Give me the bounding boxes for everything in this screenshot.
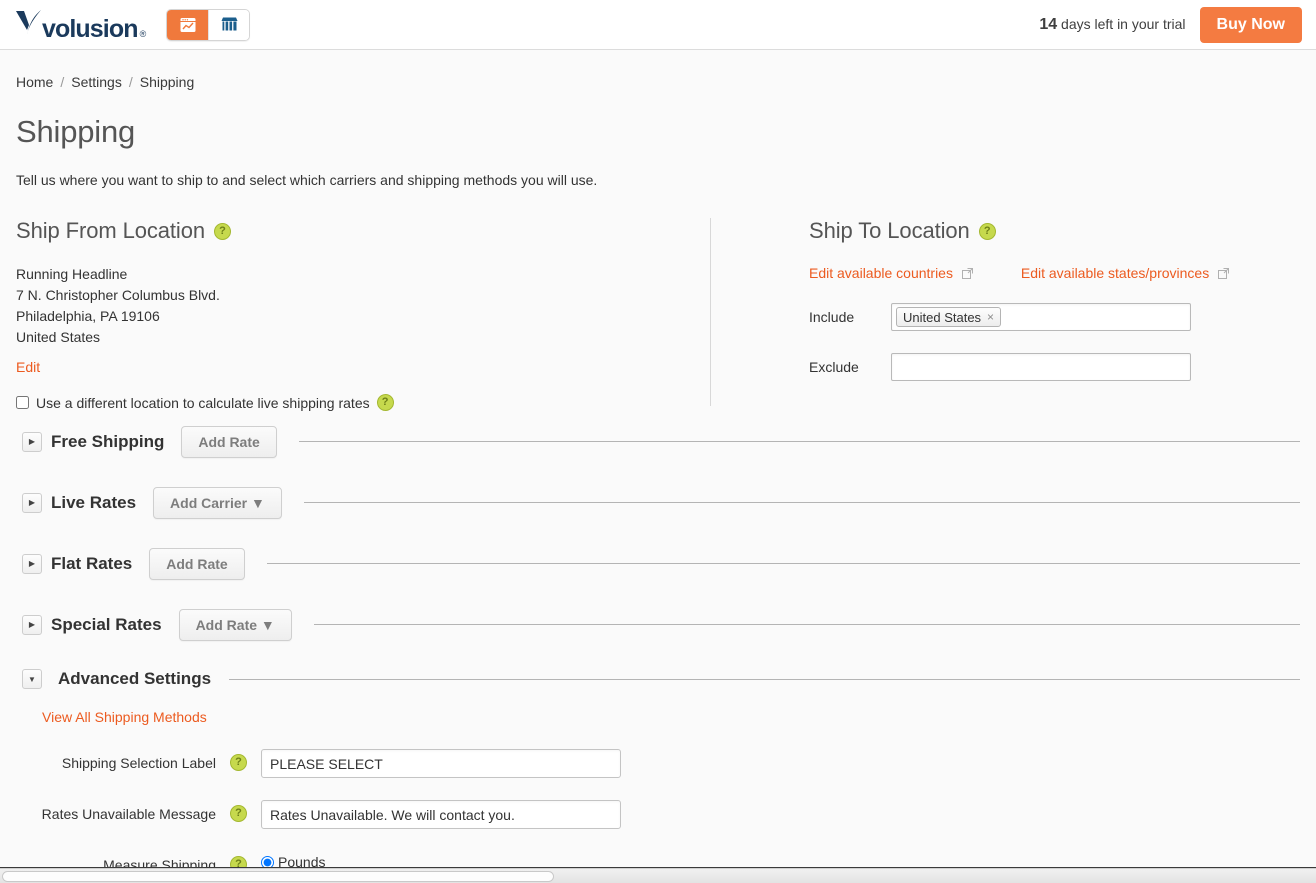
horizontal-scrollbar-thumb[interactable] <box>2 871 554 882</box>
logo-wordmark: volusion <box>42 17 138 42</box>
help-icon[interactable]: ? <box>979 223 996 240</box>
section-special-rates-title: Special Rates <box>51 615 162 635</box>
page-title: Shipping <box>16 114 1300 150</box>
address-line: United States <box>16 327 690 348</box>
add-rate-special-rates-button[interactable]: Add Rate ▼ <box>179 609 292 641</box>
advanced-settings-title: Advanced Settings <box>58 669 211 689</box>
address-line: Running Headline <box>16 264 690 285</box>
help-icon[interactable]: ? <box>377 394 394 411</box>
exclude-row: Exclude <box>809 353 1300 381</box>
external-link-icon <box>962 268 973 279</box>
edit-available-countries-link[interactable]: Edit available countries <box>809 265 973 281</box>
page-content: Shipping Tell us where you want to ship … <box>0 114 1316 875</box>
add-carrier-button[interactable]: Add Carrier ▼ <box>153 487 282 519</box>
section-rule <box>299 441 1300 442</box>
expand-live-rates-icon[interactable]: ▶ <box>22 493 42 513</box>
edit-address-link[interactable]: Edit <box>16 359 40 375</box>
section-rule <box>229 679 1300 680</box>
ship-from-panel: Ship From Location ? Running Headline 7 … <box>16 218 710 411</box>
ship-to-heading-label: Ship To Location <box>809 218 970 244</box>
help-icon[interactable]: ? <box>230 805 247 822</box>
help-icon[interactable]: ? <box>214 223 231 240</box>
view-all-shipping-methods-link[interactable]: View All Shipping Methods <box>42 709 207 725</box>
trial-days-label: days left in your trial <box>1061 16 1186 32</box>
brand: volusion ® <box>14 7 250 42</box>
shipping-selection-label-input[interactable] <box>261 749 621 778</box>
address-line: Philadelphia, PA 19106 <box>16 306 690 327</box>
advanced-settings-header: ▼ Advanced Settings <box>16 655 1300 703</box>
expand-special-rates-icon[interactable]: ▶ <box>22 615 42 635</box>
expand-free-shipping-icon[interactable]: ▶ <box>22 432 42 452</box>
exclude-input[interactable] <box>891 353 1191 381</box>
trial-banner: 14 days left in your trial Buy Now <box>1039 7 1302 43</box>
add-rate-free-shipping-button[interactable]: Add Rate <box>181 426 276 458</box>
app-switcher[interactable] <box>166 9 250 41</box>
ship-to-panel: Ship To Location ? Edit available countr… <box>711 218 1300 411</box>
section-free-shipping: ▶ Free Shipping Add Rate <box>16 411 1300 472</box>
section-special-rates: ▶ Special Rates Add Rate ▼ <box>16 594 1300 655</box>
help-icon[interactable]: ? <box>230 754 247 771</box>
section-free-shipping-title: Free Shipping <box>51 432 164 452</box>
breadcrumb-item-settings[interactable]: Settings <box>71 74 122 90</box>
edit-available-states-label: Edit available states/provinces <box>1021 265 1209 281</box>
storefront-icon-button[interactable] <box>208 10 249 40</box>
different-location-row: Use a different location to calculate li… <box>16 394 690 411</box>
volusion-logo[interactable]: volusion ® <box>14 7 146 42</box>
breadcrumb: Home / Settings / Shipping <box>0 68 1316 96</box>
page-subtitle: Tell us where you want to ship to and se… <box>16 172 1300 188</box>
rates-unavailable-message-row: Rates Unavailable Message ? <box>16 800 1300 829</box>
shipping-selection-label-row: Shipping Selection Label ? <box>16 749 1300 778</box>
registered-mark: ® <box>140 29 147 39</box>
horizontal-scrollbar[interactable] <box>0 868 1316 883</box>
different-location-checkbox[interactable] <box>16 396 29 409</box>
country-token[interactable]: United States × <box>896 307 1001 327</box>
add-rate-flat-rates-button[interactable]: Add Rate <box>149 548 244 580</box>
collapse-advanced-settings-icon[interactable]: ▼ <box>22 669 42 689</box>
breadcrumb-separator: / <box>60 74 64 90</box>
section-flat-rates: ▶ Flat Rates Add Rate <box>16 533 1300 594</box>
include-row: Include United States × <box>809 303 1300 331</box>
edit-available-countries-label: Edit available countries <box>809 265 953 281</box>
section-rule <box>314 624 1300 625</box>
rates-unavailable-message-caption: Rates Unavailable Message <box>16 800 216 824</box>
rate-sections: ▶ Free Shipping Add Rate ▶ Live Rates Ad… <box>16 411 1300 655</box>
section-live-rates: ▶ Live Rates Add Carrier ▼ <box>16 472 1300 533</box>
section-rule <box>304 502 1300 503</box>
storefront-icon <box>220 16 239 33</box>
address-line: 7 N. Christopher Columbus Blvd. <box>16 285 690 306</box>
exclude-label: Exclude <box>809 359 891 375</box>
section-live-rates-title: Live Rates <box>51 493 136 513</box>
include-input[interactable]: United States × <box>891 303 1191 331</box>
ship-to-heading: Ship To Location ? <box>809 218 1300 244</box>
chart-icon <box>179 16 197 34</box>
buy-now-button[interactable]: Buy Now <box>1200 7 1302 43</box>
volusion-v-icon <box>14 7 44 37</box>
breadcrumb-separator: / <box>129 74 133 90</box>
ship-from-heading-label: Ship From Location <box>16 218 205 244</box>
breadcrumb-item-home[interactable]: Home <box>16 74 53 90</box>
section-rule <box>267 563 1300 564</box>
shipping-selection-label-caption: Shipping Selection Label <box>16 749 216 773</box>
location-columns: Ship From Location ? Running Headline 7 … <box>16 218 1300 411</box>
rates-unavailable-message-input[interactable] <box>261 800 621 829</box>
edit-available-states-link[interactable]: Edit available states/provinces <box>1021 265 1229 281</box>
top-bar: volusion ® <box>0 0 1316 50</box>
ship-from-heading: Ship From Location ? <box>16 218 690 244</box>
dashboard-chart-icon-button[interactable] <box>167 10 208 40</box>
country-token-label: United States <box>903 310 981 325</box>
expand-flat-rates-icon[interactable]: ▶ <box>22 554 42 574</box>
trial-days-count: 14 <box>1039 16 1057 33</box>
remove-token-icon[interactable]: × <box>987 310 994 324</box>
ship-to-edit-links: Edit available countries Edit available … <box>809 265 1300 281</box>
different-location-label: Use a different location to calculate li… <box>36 395 370 411</box>
include-label: Include <box>809 309 891 325</box>
external-link-icon <box>1218 268 1229 279</box>
advanced-settings-section: ▼ Advanced Settings View All Shipping Me… <box>16 655 1300 875</box>
ship-from-address: Running Headline 7 N. Christopher Columb… <box>16 264 690 348</box>
breadcrumb-item-shipping[interactable]: Shipping <box>140 74 195 90</box>
section-flat-rates-title: Flat Rates <box>51 554 132 574</box>
trial-status-text: 14 days left in your trial <box>1039 16 1185 34</box>
